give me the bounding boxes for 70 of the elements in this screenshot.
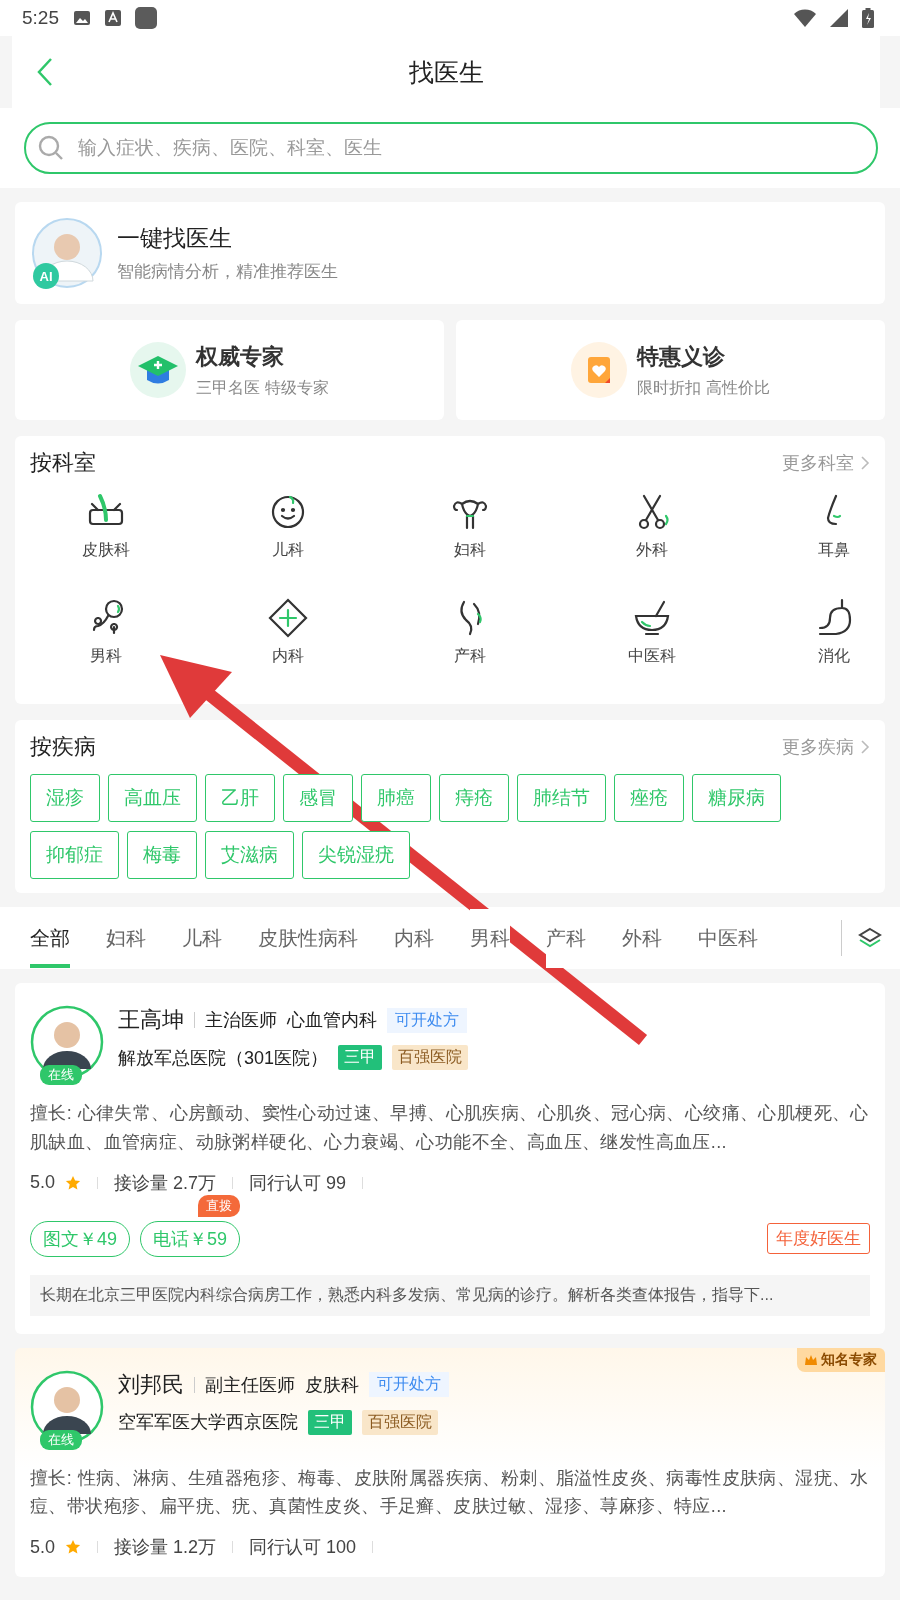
famous-expert-badge: 知名专家 xyxy=(797,1347,885,1372)
hospital-name: 空军军医大学西京医院 xyxy=(118,1411,298,1435)
wifi-icon xyxy=(794,9,816,27)
department-item[interactable]: 消化 xyxy=(743,596,885,690)
doctor-title: 副主任医师 xyxy=(205,1373,295,1397)
doctor-title: 主治医师 xyxy=(205,1009,277,1032)
app-icon xyxy=(135,7,157,29)
hospital-name: 解放军总医院（301医院） xyxy=(118,1046,329,1070)
graduation-cap-icon xyxy=(130,342,187,398)
heart-note-icon xyxy=(571,342,628,398)
peer-approval: 同行认可 99 xyxy=(249,1171,347,1195)
specialty-text: 擅长: 性病、淋病、生殖器疱疹、梅毒、皮肤附属器疾病、粉刺、脂溢性皮炎、病毒性皮肤病、湿疣、水痘、带状疱疹、扁平疣、疣、真菌性皮炎、手足癣、皮肤过敏、湿疹、荨麻疹、特应... xyxy=(30,1466,870,1519)
department-item[interactable]: 中医科 xyxy=(561,596,743,690)
promo-subtitle: 限时折扣 高性价比 xyxy=(637,377,770,398)
search-field[interactable]: 输入症状、疾病、医院、科室、医生 xyxy=(24,122,878,174)
doctor-avatar-icon xyxy=(31,217,103,289)
crown-icon xyxy=(805,1354,817,1365)
image-icon xyxy=(73,10,91,26)
star-icon xyxy=(65,1539,82,1556)
consult-count: 接诊量 2.7万 xyxy=(114,1171,217,1195)
promo-title: 特惠义诊 xyxy=(637,342,727,371)
hospital-tag: 百强医院 xyxy=(392,1045,469,1070)
section-title: 按科室 xyxy=(30,449,96,477)
doctor-intro: 长期在北京三甲医院内科综合病房工作，熟悉内科多发病、常见病的诊疗。解析各类查体报告，指导下... xyxy=(30,1274,870,1316)
rating-text: 5.0 xyxy=(30,1536,56,1558)
rating-text: 5.0 xyxy=(30,1172,56,1194)
doctor-department: 心血管内科 xyxy=(287,1009,377,1032)
hospital-tag: 三甲 xyxy=(308,1409,352,1435)
consult-count: 接诊量 1.2万 xyxy=(114,1536,217,1560)
star-icon xyxy=(65,1174,82,1191)
hospital-tag: 百强医院 xyxy=(362,1409,438,1435)
department-item[interactable]: 产科 xyxy=(379,596,561,690)
chevron-right-icon xyxy=(860,739,870,755)
prescription-tag: 可开处方 xyxy=(387,1007,467,1033)
promo-subtitle: 三甲名医 特级专家 xyxy=(196,377,329,398)
plus-diamond-icon xyxy=(266,596,310,640)
specialty-text: 擅长: 心律失常、心房颤动、窦性心动过速、早搏、心肌疾病、心肌炎、冠心病、心绞痛、心肌梗死、心肌缺血、血管病症、动脉粥样硬化、心力衰竭、心功能不全、高血压、继发性高血压... xyxy=(30,1102,870,1154)
doctor-department: 皮肤科 xyxy=(305,1373,359,1397)
signal-icon xyxy=(830,9,848,27)
department-item[interactable]: 男科 xyxy=(15,596,197,690)
ai-badge: AI xyxy=(33,263,59,289)
font-icon xyxy=(105,10,121,26)
doctor-name: 王高坤 xyxy=(118,1006,184,1034)
ai-card-subtitle: 智能病情分析，精准推荐医生 xyxy=(117,261,338,283)
department-item[interactable]: 皮肤科 xyxy=(15,490,197,584)
department-item[interactable]: 儿科 xyxy=(197,490,379,584)
page-title: 找医生 xyxy=(408,56,484,88)
award-tag: 年度好医生 xyxy=(767,1223,870,1255)
doctor-card[interactable]: 知名专家 在线 刘邦民 副主任医师 皮肤科 可开处方 空军军医大学西京医院 三甲 百强医院 擅长: 性病、淋病、生殖器疱疹、梅毒、皮肤附属器疾病、粉刺、脂溢性皮炎、病毒性皮肤病、湿疣、水痘、带状疱疹、扁平疣、疣、真菌性皮炎、手足癣、皮肤过敏、湿疹、荨麻疹、特应... 5.0 接诊量 1.2万 同行认可 100 xyxy=(15,1347,885,1578)
direct-call-badge: 直拨 xyxy=(198,1194,241,1217)
battery-icon xyxy=(862,8,874,28)
section-title: 按疾病 xyxy=(30,733,96,761)
hospital-tag: 三甲 xyxy=(338,1045,383,1070)
prescription-tag: 可开处方 xyxy=(369,1372,449,1398)
doctor-name: 刘邦民 xyxy=(118,1370,184,1399)
ai-card-title: 一键找医生 xyxy=(117,224,233,253)
department-item[interactable]: 妇科 xyxy=(379,490,561,584)
promo-title: 权威专家 xyxy=(196,342,286,371)
status-time: 5:25 xyxy=(22,7,59,29)
peer-approval: 同行认可 100 xyxy=(249,1536,357,1560)
layers-icon[interactable] xyxy=(858,926,882,950)
search-icon xyxy=(38,135,64,161)
department-item[interactable]: 外科 xyxy=(561,490,743,584)
chevron-right-icon xyxy=(860,455,870,471)
promo-card[interactable]: 特惠义诊 限时折扣 高性价比 xyxy=(456,320,885,420)
promo-card[interactable]: 权威专家 三甲名医 特级专家 xyxy=(15,320,444,420)
online-badge: 在线 xyxy=(40,1065,82,1085)
department-item[interactable]: 内科 xyxy=(197,596,379,690)
ai-doctor-card[interactable]: AI 一键找医生 智能病情分析，精准推荐医生 xyxy=(15,202,885,304)
department-item[interactable]: 耳鼻 xyxy=(743,490,885,584)
